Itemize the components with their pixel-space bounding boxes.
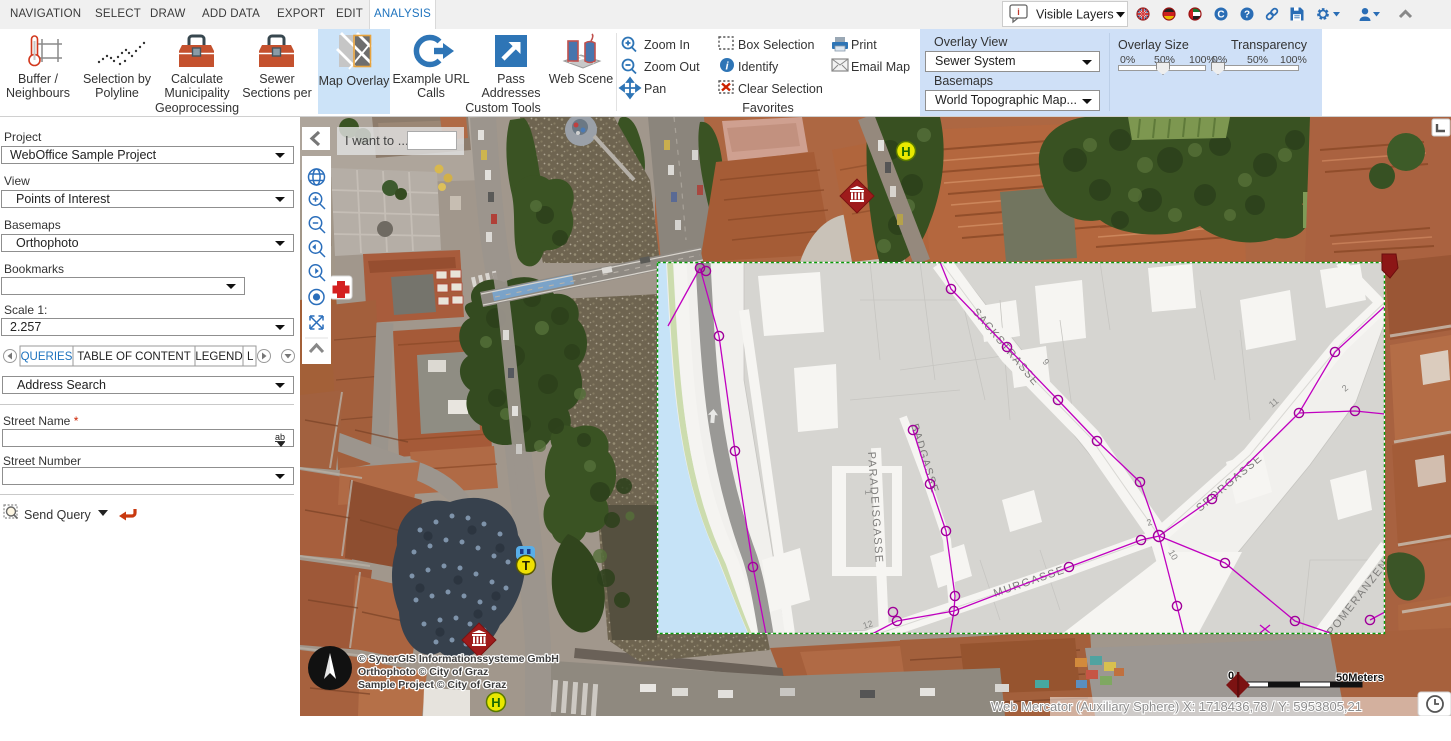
svg-text:C: C: [1217, 10, 1224, 21]
svg-text:Web Mercator (Auxiliary Sphere: Web Mercator (Auxiliary Sphere) X: 17184…: [991, 699, 1362, 714]
svg-text:L: L: [247, 351, 254, 363]
svg-text:T: T: [522, 558, 530, 573]
svg-text:QUERIES: QUERIES: [21, 351, 73, 363]
svg-text:TABLE OF CONTENT: TABLE OF CONTENT: [77, 351, 191, 363]
svg-text:H: H: [901, 144, 910, 159]
svg-text:ab: ab: [275, 432, 285, 442]
svg-text:?: ?: [1244, 10, 1250, 21]
svg-text:H: H: [491, 695, 500, 710]
svg-text:1: 1: [863, 489, 873, 495]
svg-text:Visible Layers: Visible Layers: [1036, 8, 1114, 22]
svg-text:Orthophoto © City of Graz: Orthophoto © City of Graz: [358, 666, 488, 678]
svg-text:i: i: [1017, 7, 1020, 17]
svg-text:© SynerGIS Informationssysteme: © SynerGIS Informationssysteme GmbH: [358, 653, 559, 665]
svg-text:LEGEND: LEGEND: [195, 351, 242, 363]
svg-text:Sample Project © City of Graz: Sample Project © City of Graz: [358, 679, 506, 691]
